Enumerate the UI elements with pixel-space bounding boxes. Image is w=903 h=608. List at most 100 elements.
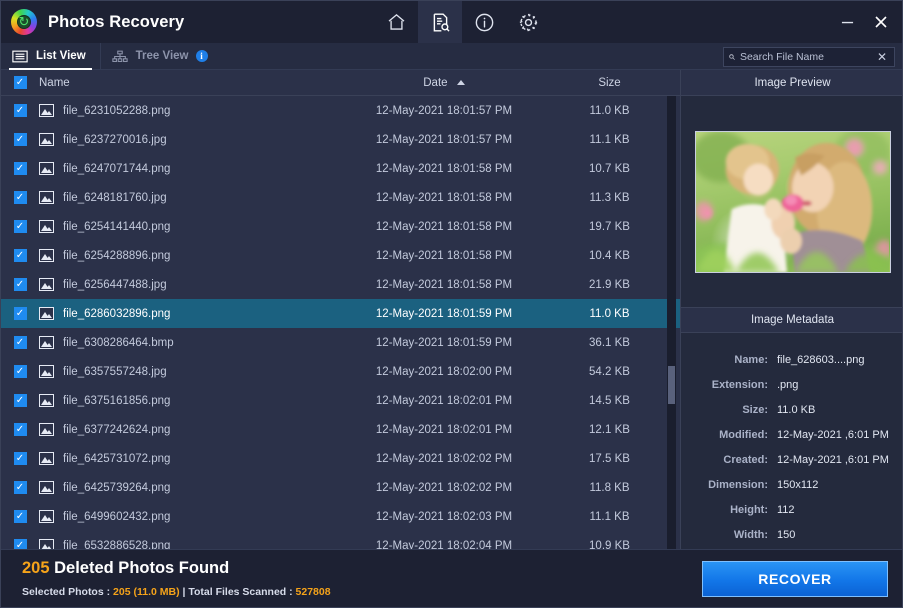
nav-info-button[interactable] bbox=[462, 1, 506, 43]
row-checkbox-cell[interactable]: ✓ bbox=[1, 394, 39, 407]
row-checkbox[interactable]: ✓ bbox=[13, 162, 27, 175]
row-checkbox-cell[interactable]: ✓ bbox=[1, 365, 39, 378]
column-header-size[interactable]: Size bbox=[539, 77, 680, 89]
row-date-cell: 12-May-2021 18:02:02 PM bbox=[375, 452, 513, 465]
row-checkbox-cell[interactable]: ✓ bbox=[1, 539, 39, 549]
table-row[interactable]: ✓ file_6532886528.png 12-May-2021 18:02:04… bbox=[1, 531, 680, 549]
minimize-icon bbox=[841, 21, 853, 23]
tab-tree-view[interactable]: Tree View i bbox=[101, 43, 222, 70]
selected-photos-prefix: Selected Photos : bbox=[22, 586, 114, 598]
minimize-button[interactable] bbox=[830, 1, 864, 43]
table-row[interactable]: ✓ file_6425731072.png 12-May-2021 18:02:02… bbox=[1, 444, 680, 473]
row-checkbox[interactable]: ✓ bbox=[13, 539, 27, 549]
tab-list-view[interactable]: List View bbox=[1, 43, 100, 70]
column-header-date[interactable]: Date bbox=[349, 77, 539, 89]
row-date-cell: 12-May-2021 18:02:01 PM bbox=[375, 394, 513, 407]
row-date-cell: 12-May-2021 18:02:01 PM bbox=[375, 423, 513, 436]
row-checkbox-cell[interactable]: ✓ bbox=[1, 336, 39, 349]
row-checkbox-cell[interactable]: ✓ bbox=[1, 510, 39, 523]
summary-separator: | Total Files Scanned : bbox=[179, 586, 296, 598]
row-checkbox-cell[interactable]: ✓ bbox=[1, 452, 39, 465]
row-checkbox[interactable]: ✓ bbox=[13, 104, 27, 117]
row-checkbox-cell[interactable]: ✓ bbox=[1, 249, 39, 262]
table-row[interactable]: ✓ file_6231052288.png 12-May-2021 18:01:57… bbox=[1, 96, 680, 125]
recover-button[interactable]: RECOVER bbox=[702, 561, 888, 597]
table-row[interactable]: ✓ file_6499602432.png 12-May-2021 18:02:03… bbox=[1, 502, 680, 531]
image-preview-area bbox=[681, 96, 902, 307]
select-all-checkbox[interactable]: ✓ bbox=[13, 76, 27, 89]
image-file-icon bbox=[39, 104, 54, 117]
column-header-date-label: Date bbox=[423, 76, 448, 89]
row-checkbox-cell[interactable]: ✓ bbox=[1, 278, 39, 291]
row-checkbox-cell[interactable]: ✓ bbox=[1, 133, 39, 146]
row-checkbox[interactable]: ✓ bbox=[13, 481, 27, 494]
table-row[interactable]: ✓ file_6425739264.png 12-May-2021 18:02:02… bbox=[1, 473, 680, 502]
row-checkbox[interactable]: ✓ bbox=[13, 191, 27, 204]
row-checkbox-cell[interactable]: ✓ bbox=[1, 481, 39, 494]
row-checkbox[interactable]: ✓ bbox=[13, 365, 27, 378]
image-file-icon bbox=[39, 510, 54, 523]
row-file-name: file_6499602432.png bbox=[63, 510, 171, 523]
preview-photo bbox=[694, 130, 891, 273]
found-count: 205 bbox=[22, 559, 50, 577]
row-size-cell: 19.7 KB bbox=[589, 220, 630, 233]
table-row[interactable]: ✓ file_6256447488.jpg 12-May-2021 18:01:58… bbox=[1, 270, 680, 299]
row-checkbox[interactable]: ✓ bbox=[13, 220, 27, 233]
metadata-key: Modified: bbox=[719, 428, 768, 441]
row-checkbox[interactable]: ✓ bbox=[13, 394, 27, 407]
file-list-scroll-thumb[interactable] bbox=[668, 366, 675, 404]
nav-scan-results-button[interactable] bbox=[418, 1, 462, 43]
image-file-icon bbox=[39, 365, 54, 378]
table-row[interactable]: ✓ file_6247071744.png 12-May-2021 18:01:58… bbox=[1, 154, 680, 183]
nav-settings-button[interactable] bbox=[506, 1, 550, 43]
search-clear-icon[interactable]: ✕ bbox=[875, 50, 889, 64]
list-view-icon bbox=[12, 50, 28, 62]
table-row[interactable]: ✓ file_6377242624.png 12-May-2021 18:02:01… bbox=[1, 415, 680, 444]
column-header-name[interactable]: Name bbox=[39, 77, 349, 89]
close-button[interactable] bbox=[864, 1, 898, 43]
tree-view-info-badge[interactable]: i bbox=[195, 50, 208, 62]
file-list-scrollbar[interactable] bbox=[667, 96, 676, 549]
row-checkbox[interactable]: ✓ bbox=[13, 452, 27, 465]
row-checkbox-cell[interactable]: ✓ bbox=[1, 162, 39, 175]
right-panel: Image Preview Image Metadata Name: file_… bbox=[680, 70, 902, 549]
row-checkbox-cell[interactable]: ✓ bbox=[1, 423, 39, 436]
table-row[interactable]: ✓ file_6254141440.png 12-May-2021 18:01:58… bbox=[1, 212, 680, 241]
row-checkbox[interactable]: ✓ bbox=[13, 336, 27, 349]
image-file-icon bbox=[39, 336, 54, 349]
file-list[interactable]: ✓ file_6231052288.png 12-May-2021 18:01:57… bbox=[1, 96, 680, 549]
select-all-checkbox-cell[interactable]: ✓ bbox=[1, 76, 39, 89]
photos-recovery-window: ↻ Photos Recovery List View Tree View i … bbox=[0, 0, 903, 608]
table-row[interactable]: ✓ file_6308286464.bmp 12-May-2021 18:01:59… bbox=[1, 328, 680, 357]
metadata-value: 11.0 KB bbox=[777, 403, 816, 416]
row-checkbox[interactable]: ✓ bbox=[13, 249, 27, 262]
row-checkbox[interactable]: ✓ bbox=[13, 278, 27, 291]
row-name-cell: file_6499602432.png bbox=[39, 510, 349, 523]
table-row[interactable]: ✓ file_6248181760.jpg 12-May-2021 18:01:58… bbox=[1, 183, 680, 212]
nav-home-button[interactable] bbox=[374, 1, 418, 43]
image-file-icon bbox=[39, 307, 54, 320]
row-checkbox-cell[interactable]: ✓ bbox=[1, 104, 39, 117]
row-checkbox-cell[interactable]: ✓ bbox=[1, 307, 39, 320]
table-row[interactable]: ✓ file_6375161856.png 12-May-2021 18:02:01… bbox=[1, 386, 680, 415]
search-input[interactable] bbox=[739, 51, 875, 63]
metadata-key: Name: bbox=[734, 353, 768, 366]
row-file-name: file_6425739264.png bbox=[63, 481, 171, 494]
row-size-cell: 14.5 KB bbox=[589, 394, 630, 407]
row-checkbox[interactable]: ✓ bbox=[13, 133, 27, 146]
row-checkbox[interactable]: ✓ bbox=[13, 510, 27, 523]
row-checkbox-cell[interactable]: ✓ bbox=[1, 191, 39, 204]
file-list-header: ✓ Name Date Size bbox=[1, 70, 680, 96]
table-row[interactable]: ✓ file_6237270016.jpg 12-May-2021 18:01:57… bbox=[1, 125, 680, 154]
row-checkbox[interactable]: ✓ bbox=[13, 307, 27, 320]
table-row[interactable]: ✓ file_6254288896.png 12-May-2021 18:01:58… bbox=[1, 241, 680, 270]
table-row[interactable]: ✓ file_6286032896.png 12-May-2021 18:01:59… bbox=[1, 299, 680, 328]
search-box[interactable]: ✕ bbox=[723, 47, 895, 67]
row-checkbox-cell[interactable]: ✓ bbox=[1, 220, 39, 233]
selected-photos-size: (11.0 MB) bbox=[133, 586, 180, 598]
row-file-name: file_6425731072.png bbox=[63, 452, 171, 465]
table-row[interactable]: ✓ file_6357557248.jpg 12-May-2021 18:02:00… bbox=[1, 357, 680, 386]
row-size-cell: 10.9 KB bbox=[589, 539, 630, 550]
row-checkbox[interactable]: ✓ bbox=[13, 423, 27, 436]
recycle-glyph: ↻ bbox=[18, 14, 30, 30]
